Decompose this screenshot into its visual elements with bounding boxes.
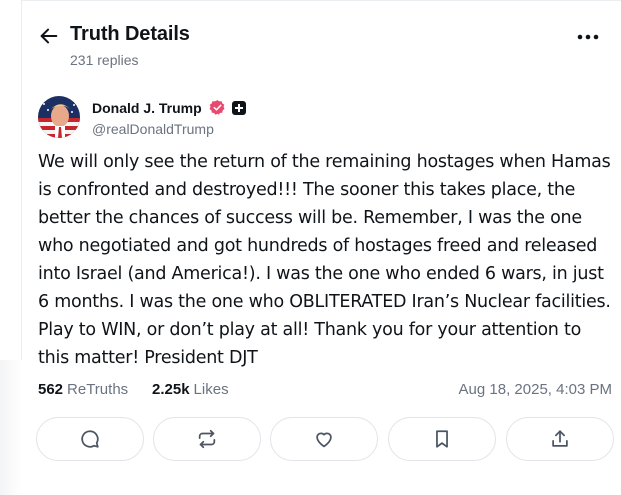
top-divider: [22, 0, 621, 4]
reply-icon: [81, 430, 99, 448]
retruth-icon: [198, 429, 216, 449]
arrow-left-icon: [40, 28, 58, 44]
replies-count[interactable]: 231 replies: [70, 52, 139, 68]
post-author: Donald J. Trump @realDonaldTrump: [38, 96, 598, 140]
likes-label: Likes: [193, 381, 229, 398]
retruths-label: ReTruths: [67, 381, 129, 398]
like-icon: [316, 432, 332, 448]
retruths-stat[interactable]: 562 ReTruths: [38, 381, 128, 398]
page-header: Truth Details 231 replies: [22, 18, 621, 74]
author-name-row[interactable]: Donald J. Trump: [92, 99, 246, 116]
post-stats: 562 ReTruths 2.25k Likes Aug 18, 2025, 4…: [38, 381, 612, 403]
more-dots-icon: [577, 34, 599, 40]
bookmark-icon: [436, 430, 448, 448]
left-rail: [0, 0, 22, 495]
bookmark-button[interactable]: [388, 417, 496, 461]
back-button[interactable]: [37, 24, 61, 48]
retruths-count: 562: [38, 381, 64, 398]
author-handle[interactable]: @realDonaldTrump: [92, 121, 214, 137]
reply-button[interactable]: [36, 417, 144, 461]
post-timestamp[interactable]: Aug 18, 2025, 4:03 PM: [459, 381, 612, 398]
like-button[interactable]: [270, 417, 378, 461]
post-body: We will only see the return of the remai…: [38, 152, 611, 368]
plus-badge-icon: [231, 100, 246, 115]
share-icon: [552, 430, 568, 447]
page-title: Truth Details: [70, 23, 190, 45]
share-button[interactable]: [506, 417, 614, 461]
more-options-button[interactable]: [573, 26, 603, 48]
likes-stat[interactable]: 2.25k Likes: [152, 381, 229, 398]
retruth-button[interactable]: [153, 417, 261, 461]
verified-badge-icon: [209, 99, 226, 116]
avatar[interactable]: [38, 96, 80, 138]
likes-count: 2.25k: [152, 381, 190, 398]
author-name[interactable]: Donald J. Trump: [92, 100, 202, 116]
post-actions: [36, 417, 614, 461]
avatar-image: [38, 96, 80, 138]
